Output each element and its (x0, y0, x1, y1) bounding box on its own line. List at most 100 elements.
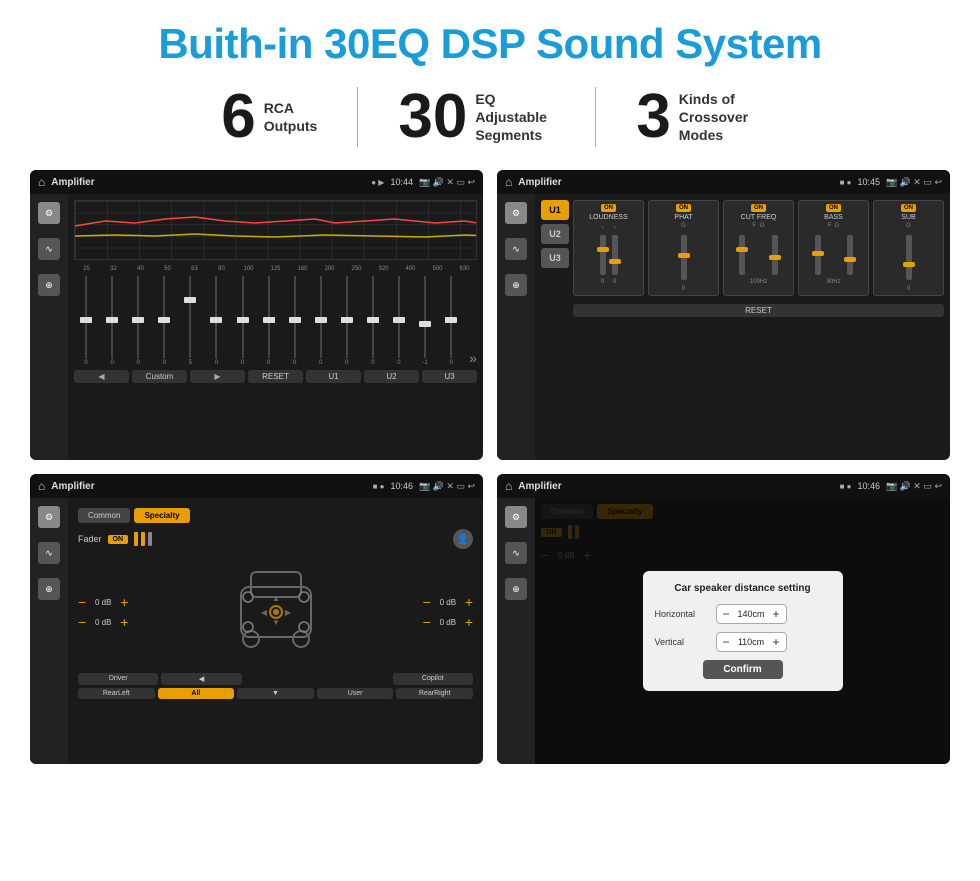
vol-minus-2[interactable]: − (78, 614, 86, 630)
fader-down-arrow[interactable]: ▼ (237, 688, 314, 699)
eq-slider-6[interactable]: 0 (204, 276, 228, 366)
fader-home-icon[interactable]: ⌂ (38, 479, 45, 493)
rearright-btn[interactable]: RearRight (396, 688, 473, 699)
eq-slider-15[interactable]: 0 (439, 276, 463, 366)
crossover-reset-btn[interactable]: RESET (573, 304, 944, 317)
eq-handle-6 (210, 317, 222, 323)
fader-on-pill[interactable]: ON (108, 535, 129, 544)
crossover-home-icon[interactable]: ⌂ (505, 175, 512, 189)
crossover-sidebar: ⚙ ∿ ⊕ (497, 194, 535, 460)
fader-sidebar-icon-1[interactable]: ⚙ (38, 506, 60, 528)
eq-slider-8[interactable]: 0 (257, 276, 281, 366)
eq-sidebar-icon-3[interactable]: ⊕ (38, 274, 60, 296)
crossover-sidebar-icon-2[interactable]: ∿ (505, 238, 527, 260)
eq-slider-14[interactable]: -1 (413, 276, 437, 366)
fader-sidebar-icon-3[interactable]: ⊕ (38, 578, 60, 600)
eq-curve-svg (75, 201, 476, 259)
eq-handle-8 (263, 317, 275, 323)
eq-slider-2[interactable]: 0 (100, 276, 124, 366)
dialog-sidebar-icon-3[interactable]: ⊕ (505, 578, 527, 600)
fader-bar-3 (148, 532, 152, 546)
dialog-vertical-plus[interactable]: + (773, 635, 780, 649)
copilot-btn[interactable]: Copilot (393, 673, 473, 685)
vol-plus-4[interactable]: + (465, 614, 473, 630)
vol-minus-3[interactable]: − (423, 594, 431, 610)
crossover-u2-btn[interactable]: U2 (541, 224, 569, 244)
eq-sidebar: ⚙ ∿ ⊕ (30, 194, 68, 460)
eq-custom-btn[interactable]: Custom (132, 370, 187, 383)
vol-row-1: − 0 dB + (78, 594, 128, 610)
eq-sidebar-icon-2[interactable]: ∿ (38, 238, 60, 260)
user-btn[interactable]: User (317, 688, 394, 699)
fader-bottom-btns: Driver ◀ Copilot (78, 673, 473, 685)
rearleft-btn[interactable]: RearLeft (78, 688, 155, 699)
bass-slider1[interactable] (815, 235, 821, 275)
eq-slider-12[interactable]: 0 (361, 276, 385, 366)
eq-slider-13[interactable]: 0 (387, 276, 411, 366)
eq-reset-btn[interactable]: RESET (248, 370, 303, 383)
eq-sidebar-icon-1[interactable]: ⚙ (38, 202, 60, 224)
eq-screen-card: ⌂ Amplifier ● ▶ 10:44 📷 🔊 ✕ ▭ ↩ ⚙ ∿ ⊕ (30, 170, 483, 460)
eq-track-6 (215, 276, 217, 358)
crossover-content: U1 U2 U3 ON LOUDNESS (541, 200, 944, 317)
crossover-screen-card: ⌂ Amplifier ■ ● 10:45 📷 🔊 ✕ ▭ ↩ ⚙ ∿ ⊕ U1… (497, 170, 950, 460)
phat-slider[interactable] (681, 235, 687, 280)
vol-val-2: 0 dB (89, 618, 117, 627)
dialog-vertical-minus[interactable]: − (723, 635, 730, 649)
crossover-sidebar-icon-3[interactable]: ⊕ (505, 274, 527, 296)
loudness-slider[interactable] (600, 235, 606, 275)
eq-slider-9[interactable]: 0 (283, 276, 307, 366)
fader-label: Fader (78, 534, 102, 544)
eq-next-btn[interactable]: ▶ (190, 370, 245, 383)
cutfreq-slider2[interactable] (772, 235, 778, 275)
loudness-slider2[interactable] (612, 235, 618, 275)
dialog-vertical-value: 110cm (734, 637, 769, 647)
cutfreq-label: CUT FREQ (728, 214, 789, 221)
bass-slider2[interactable] (847, 235, 853, 275)
eq-prev-btn[interactable]: ◀ (74, 370, 129, 383)
fader-sidebar-icon-2[interactable]: ∿ (38, 542, 60, 564)
fader-dot-icons: ■ ● (373, 482, 385, 491)
vol-col-right: − 0 dB + − 0 dB + (423, 594, 473, 630)
fader-avatar-btn[interactable]: 👤 (453, 529, 473, 549)
vol-plus-1[interactable]: + (120, 594, 128, 610)
eq-slider-5[interactable]: 5 (178, 276, 202, 366)
dialog-sidebar-icon-2[interactable]: ∿ (505, 542, 527, 564)
cutfreq-slider1[interactable] (739, 235, 745, 275)
vol-plus-2[interactable]: + (120, 614, 128, 630)
fader-left-arrow[interactable]: ◀ (161, 673, 241, 685)
eq-slider-10[interactable]: 0 (309, 276, 333, 366)
eq-track-11 (346, 276, 348, 358)
fader-tab-specialty[interactable]: Specialty (134, 508, 189, 523)
driver-btn[interactable]: Driver (78, 673, 158, 685)
crossover-u1-btn[interactable]: U1 (541, 200, 569, 220)
dialog-horizontal-minus[interactable]: − (723, 607, 730, 621)
crossover-screen-body: ⚙ ∿ ⊕ U1 U2 U3 (497, 194, 950, 460)
crossover-sidebar-icon-1[interactable]: ⚙ (505, 202, 527, 224)
eq-home-icon[interactable]: ⌂ (38, 175, 45, 189)
eq-u1-btn[interactable]: U1 (306, 370, 361, 383)
bass-on-badge: ON (826, 204, 841, 212)
vol-minus-1[interactable]: − (78, 594, 86, 610)
eq-u2-btn[interactable]: U2 (364, 370, 419, 383)
eq-slider-11[interactable]: 0 (335, 276, 359, 366)
dialog-home-icon[interactable]: ⌂ (505, 479, 512, 493)
eq-handle-5 (184, 297, 196, 303)
eq-slider-3[interactable]: 0 (126, 276, 150, 366)
dialog-vertical-stepper: − 110cm + (716, 632, 787, 652)
freq-160: 160 (290, 266, 315, 272)
fader-tab-common[interactable]: Common (78, 508, 130, 523)
all-btn[interactable]: All (158, 688, 235, 699)
fader-bar-1 (134, 532, 138, 546)
eq-u3-btn[interactable]: U3 (422, 370, 477, 383)
eq-slider-1[interactable]: 0 (74, 276, 98, 366)
sub-slider[interactable] (906, 235, 912, 280)
dialog-confirm-button[interactable]: Confirm (703, 660, 783, 679)
eq-slider-4[interactable]: 0 (152, 276, 176, 366)
vol-plus-3[interactable]: + (465, 594, 473, 610)
vol-minus-4[interactable]: − (423, 614, 431, 630)
dialog-horizontal-plus[interactable]: + (773, 607, 780, 621)
dialog-sidebar-icon-1[interactable]: ⚙ (505, 506, 527, 528)
eq-slider-7[interactable]: 0 (230, 276, 254, 366)
crossover-u3-btn[interactable]: U3 (541, 248, 569, 268)
